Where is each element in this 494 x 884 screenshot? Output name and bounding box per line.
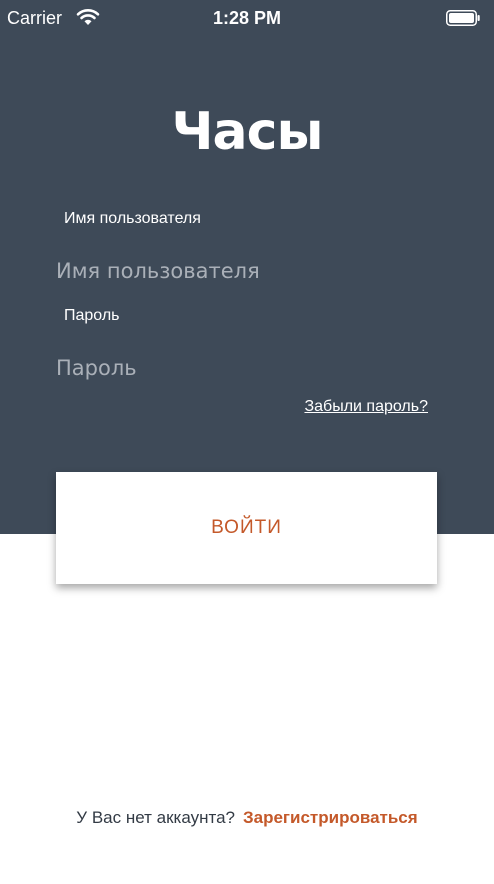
username-input[interactable] <box>56 253 436 289</box>
password-input[interactable] <box>56 350 436 386</box>
login-button[interactable]: ВОЙТИ <box>56 472 437 584</box>
signup-prompt: У Вас нет аккаунта? <box>76 808 235 827</box>
app-title: Часы <box>171 102 324 162</box>
password-label: Пароль <box>64 307 120 324</box>
battery-icon <box>446 10 480 26</box>
username-label: Имя пользователя <box>64 210 201 227</box>
status-time: 1:28 PM <box>212 8 282 28</box>
status-bar: Carrier 1:28 PM <box>0 0 494 40</box>
signup-row: У Вас нет аккаунта? Зарегистрироваться <box>0 808 494 828</box>
login-button-label: ВОЙТИ <box>211 517 282 538</box>
signup-link[interactable]: Зарегистрироваться <box>243 808 418 827</box>
login-screen: Carrier 1:28 PM Часы Имя пользователя Па… <box>0 0 494 884</box>
forgot-password-link[interactable]: Забыли пароль? <box>304 398 428 416</box>
